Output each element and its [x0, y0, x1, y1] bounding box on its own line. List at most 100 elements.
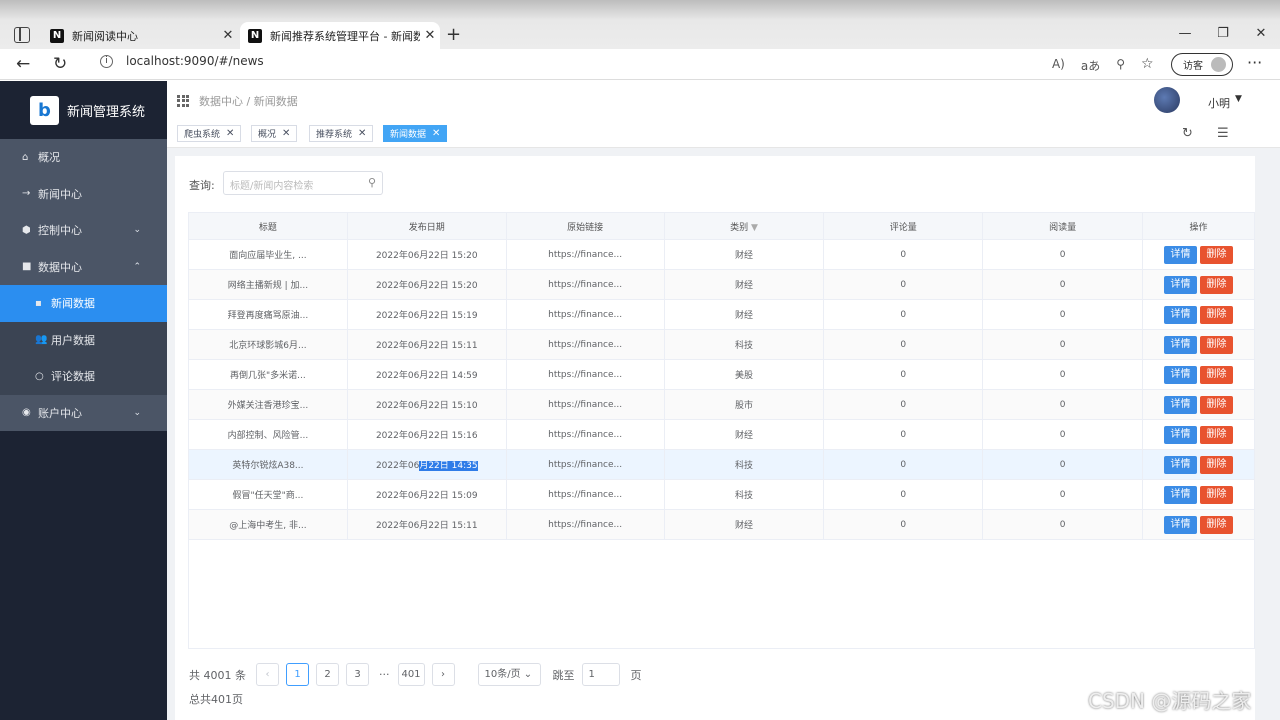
tag-news-data[interactable]: 新闻数据 ✕ [383, 125, 448, 142]
more-icon[interactable]: ··· [1247, 53, 1262, 72]
browser-tabbar: N 新闻阅读中心 ✕ N 新闻推荐系统管理平台 - 新闻数 ✕ + — ❐ ✕ [0, 0, 1280, 49]
jump-page-input[interactable]: 1 [581, 663, 620, 686]
page-401-button[interactable]: 401 [397, 663, 425, 686]
cell-reads: 0 [982, 299, 1144, 330]
search-icon[interactable]: ⚲ [368, 176, 376, 189]
delete-button[interactable]: 删除 [1200, 485, 1233, 504]
cell-link[interactable]: https://finance... [505, 359, 665, 390]
sidebar-item-news-data[interactable]: ▪ 新闻数据 [0, 285, 167, 322]
close-icon[interactable]: ✕ [218, 28, 238, 43]
detail-button[interactable]: 详情 [1164, 335, 1197, 354]
column-header-category[interactable]: 类别 ▼ [663, 212, 825, 240]
tag-recommend[interactable]: 推荐系统 ✕ [309, 125, 374, 142]
cell-link[interactable]: https://finance... [505, 269, 665, 300]
sidebar-toggle-icon[interactable] [14, 27, 30, 43]
tab-title: 新闻推荐系统管理平台 - 新闻数 [270, 29, 420, 43]
info-icon[interactable]: i [100, 54, 113, 68]
sidebar-item-control-center[interactable]: ⬢ 控制中心 ⌄ [0, 212, 167, 249]
delete-button[interactable]: 删除 [1200, 245, 1233, 264]
restore-icon[interactable]: ❐ [1204, 22, 1242, 46]
doc-icon: ▪ [35, 297, 42, 309]
cell-link[interactable]: https://finance... [505, 299, 665, 330]
sidebar-item-overview[interactable]: ⌂ 概况 [0, 139, 167, 176]
cell-comments: 0 [823, 359, 984, 390]
minimize-icon[interactable]: — [1166, 22, 1204, 46]
sidebar-item-data-center[interactable]: ■ 数据中心 ⌃ [0, 249, 167, 286]
cell-reads: 0 [982, 239, 1144, 270]
page-ellipsis[interactable]: ··· [379, 668, 390, 681]
delete-button[interactable]: 删除 [1200, 335, 1233, 354]
caret-down-icon[interactable]: ▼ [1235, 94, 1242, 104]
close-window-icon[interactable]: ✕ [1242, 22, 1280, 46]
cell-link[interactable]: https://finance... [505, 509, 665, 540]
url-field[interactable]: i localhost:9090/#/news [100, 54, 264, 68]
gear-icon: ⬢ [22, 224, 31, 236]
delete-button[interactable]: 删除 [1200, 395, 1233, 414]
avatar[interactable] [1154, 87, 1180, 113]
profile-button[interactable]: 访客 [1171, 53, 1233, 76]
detail-button[interactable]: 详情 [1164, 515, 1197, 534]
page-1-button[interactable]: 1 [286, 663, 309, 686]
detail-button[interactable]: 详情 [1164, 245, 1197, 264]
tag-label: 概况 [258, 130, 277, 140]
cell-reads: 0 [982, 449, 1144, 480]
browser-tab-2[interactable]: N 新闻推荐系统管理平台 - 新闻数 ✕ [240, 22, 440, 49]
delete-button[interactable]: 删除 [1200, 305, 1233, 324]
apps-grid-icon[interactable] [177, 94, 189, 107]
filter-icon[interactable]: ▼ [751, 223, 758, 233]
refresh-icon[interactable]: ↻ [1182, 126, 1193, 141]
page-size-select[interactable]: 10条/页 ⌄ [477, 663, 541, 686]
reload-icon[interactable]: ↻ [53, 54, 67, 74]
delete-button[interactable]: 删除 [1200, 455, 1233, 474]
cell-link[interactable]: https://finance... [505, 239, 665, 270]
tag-overview[interactable]: 概况 ✕ [251, 125, 298, 142]
user-name[interactable]: 小明 [1208, 95, 1230, 111]
sidebar-item-user-data[interactable]: 👥 用户数据 [0, 321, 167, 358]
close-icon[interactable]: ✕ [358, 128, 366, 139]
page-3-button[interactable]: 3 [346, 663, 369, 686]
translate-icon[interactable]: aあ [1081, 57, 1100, 74]
favorites-icon[interactable]: ☆ [1141, 56, 1154, 72]
cell-link[interactable]: https://finance... [505, 449, 665, 480]
tag-crawler[interactable]: 爬虫系统 ✕ [177, 125, 242, 142]
settings-icon[interactable]: ☰ [1217, 126, 1229, 141]
search-input[interactable]: 标题/新闻内容检索 ⚲ [223, 171, 383, 195]
detail-button[interactable]: 详情 [1164, 425, 1197, 444]
delete-button[interactable]: 删除 [1200, 515, 1233, 534]
back-icon[interactable]: ← [16, 54, 30, 74]
detail-button[interactable]: 详情 [1164, 395, 1197, 414]
close-icon[interactable]: ✕ [226, 128, 234, 139]
detail-button[interactable]: 详情 [1164, 485, 1197, 504]
detail-button[interactable]: 详情 [1164, 365, 1197, 384]
new-tab-icon[interactable]: + [446, 24, 461, 45]
close-icon[interactable]: ✕ [420, 28, 440, 43]
next-page-icon[interactable]: › [431, 663, 455, 686]
cell-reads: 0 [982, 269, 1144, 300]
cell-date: 2022年06月22日 15:20 [346, 269, 507, 300]
sidebar-item-account-center[interactable]: ◉ 账户中心 ⌄ [0, 395, 167, 432]
account-icon: ◉ [22, 407, 31, 419]
cell-link[interactable]: https://finance... [505, 419, 665, 450]
cell-comments: 0 [823, 419, 984, 450]
close-icon[interactable]: ✕ [432, 128, 440, 139]
cell-link[interactable]: https://finance... [505, 329, 665, 360]
close-icon[interactable]: ✕ [282, 128, 290, 139]
delete-button[interactable]: 删除 [1200, 275, 1233, 294]
detail-button[interactable]: 详情 [1164, 305, 1197, 324]
sidebar-item-comment-data[interactable]: ○ 评论数据 [0, 358, 167, 395]
cell-link[interactable]: https://finance... [505, 389, 665, 420]
delete-button[interactable]: 删除 [1200, 365, 1233, 384]
selected-text: 月22日 14:35 [419, 461, 478, 471]
cell-link[interactable]: https://finance... [505, 479, 665, 510]
delete-button[interactable]: 删除 [1200, 425, 1233, 444]
sidebar: b 新闻管理系统 ⌂ 概况 → 新闻中心 ⬢ 控制中心 ⌄ ■ 数据中心 ⌃ ▪… [0, 81, 167, 720]
read-aloud-icon[interactable]: A) [1052, 57, 1065, 74]
browser-tab-1[interactable]: N 新闻阅读中心 ✕ [42, 22, 238, 49]
cell-date: 2022年06月22日 15:11 [346, 509, 507, 540]
detail-button[interactable]: 详情 [1164, 455, 1197, 474]
zoom-icon[interactable]: ⚲ [1116, 57, 1125, 74]
sidebar-item-news-center[interactable]: → 新闻中心 [0, 176, 167, 213]
detail-button[interactable]: 详情 [1164, 275, 1197, 294]
page-2-button[interactable]: 2 [316, 663, 339, 686]
prev-page-icon[interactable]: ‹ [256, 663, 279, 686]
